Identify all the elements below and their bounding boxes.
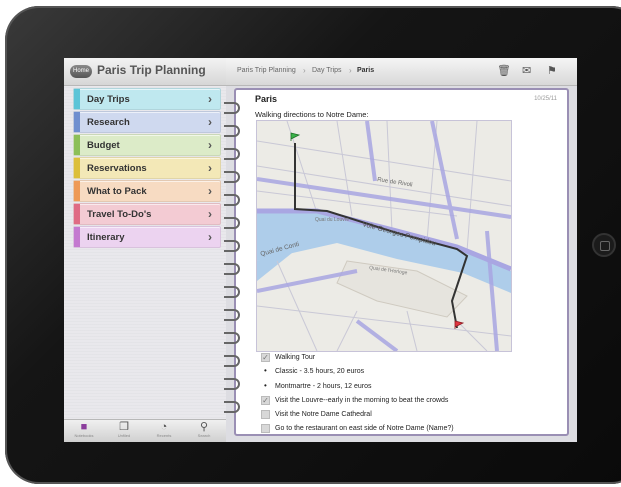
chevron-right-icon: › — [208, 207, 212, 221]
bullet-icon: • — [264, 380, 267, 390]
section-label: Reservations — [87, 163, 147, 174]
sidebar-header: Home Paris Trip Planning — [64, 58, 226, 86]
bullet-icon: • — [264, 366, 267, 376]
notebook-icon: ■ — [80, 421, 88, 433]
chevron-right-icon: › — [208, 161, 212, 175]
section-color-bar — [74, 135, 80, 155]
checkbox-unchecked-icon[interactable] — [261, 424, 270, 434]
page-pane: Paris Trip Planning › Day Trips › Paris … — [224, 58, 577, 442]
chevron-right-icon: › — [208, 115, 212, 129]
breadcrumb-separator-icon: › — [349, 66, 352, 75]
toolbar-notebooks[interactable]: ■ Notebooks — [66, 421, 102, 438]
toolbar-label: Search — [197, 433, 211, 438]
checkbox-checked-icon[interactable]: ✓ — [261, 395, 270, 405]
item-text: Walking Tour — [275, 354, 316, 361]
section-tab-reservations[interactable]: Reservations › — [73, 157, 221, 179]
home-hardware-button[interactable] — [592, 233, 616, 257]
item-text: Go to the restaurant on east side of Not… — [275, 425, 454, 433]
toolbar-label: Unfiled — [117, 433, 131, 438]
checkbox-checked-icon[interactable]: ✓ — [261, 353, 270, 362]
note-intro-text[interactable]: Walking directions to Notre Dame: — [255, 110, 369, 119]
note-page: Paris 10/25/11 Walking directions to Not… — [224, 88, 569, 438]
section-color-bar — [74, 89, 80, 109]
bottom-toolbar: ■ Notebooks ❐ Unfiled ◔ Recents ⚲ Search — [64, 419, 226, 442]
section-color-bar — [74, 204, 80, 224]
toolbar-recents[interactable]: ◔ Recents — [146, 421, 182, 438]
section-color-bar — [74, 227, 80, 247]
toolbar-unfiled[interactable]: ❐ Unfiled — [106, 421, 142, 438]
section-label: Budget — [87, 140, 120, 151]
map-label-louvre: Quai du Louvre — [315, 217, 349, 223]
section-color-bar — [74, 158, 80, 178]
chevron-right-icon: › — [208, 92, 212, 106]
section-label: Research — [87, 117, 130, 128]
bullet-item[interactable]: • Montmartre - 2 hours, 12 euros — [261, 381, 561, 395]
breadcrumb-section[interactable]: Day Trips — [312, 67, 342, 74]
item-text: Montmartre - 2 hours, 12 euros — [275, 382, 372, 390]
section-label: Itinerary — [87, 232, 125, 243]
chevron-right-icon: › — [208, 230, 212, 244]
toolbar-label: Notebooks — [74, 433, 94, 438]
chevron-right-icon: › — [208, 138, 212, 152]
toolbar-label: Recents — [156, 433, 172, 438]
section-tab-travel-todos[interactable]: Travel To-Do's › — [73, 203, 221, 225]
bullet-item[interactable]: • Classic - 3.5 hours, 20 euros — [261, 366, 561, 380]
checklist-item[interactable]: ✓ Visit the Louvre--early in the morning … — [261, 395, 561, 409]
home-button[interactable]: Home — [70, 65, 92, 78]
breadcrumb-notebook[interactable]: Paris Trip Planning — [237, 67, 296, 74]
notebook-sidebar: Home Paris Trip Planning Day Trips › Rese… — [64, 58, 227, 442]
checklist-item[interactable]: Visit the Notre Dame Cathedral — [261, 409, 561, 423]
checklist-item[interactable]: ✓ Walking Tour — [261, 352, 561, 366]
clock-icon: ◔ — [160, 421, 168, 433]
item-text: Classic - 3.5 hours, 20 euros — [275, 368, 365, 376]
page-header: Paris Trip Planning › Day Trips › Paris … — [226, 58, 577, 86]
note-checklist: ✓ Walking Tour • Classic - 3.5 hours, 20 e… — [261, 352, 561, 438]
checklist-item[interactable]: Go to the restaurant on east side of Not… — [261, 423, 561, 437]
section-color-bar — [74, 112, 80, 132]
item-text: Visit the Louvre--early in the morning t… — [275, 396, 449, 404]
section-tab-itinerary[interactable]: Itinerary › — [73, 226, 221, 248]
section-tab-day-trips[interactable]: Day Trips › — [73, 88, 221, 110]
chevron-right-icon: › — [208, 184, 212, 198]
pages-icon: ❐ — [119, 421, 129, 433]
checkbox-unchecked-icon[interactable] — [261, 410, 270, 420]
map-image[interactable]: Voie Georges Pompidou Rue de Rivoli Quai… — [256, 120, 512, 352]
section-list: Day Trips › Research › Budget › Reservation… — [73, 88, 221, 249]
notebook-title: Paris Trip Planning — [97, 63, 206, 77]
mail-icon[interactable]: ✉ — [522, 64, 531, 77]
section-label: What to Pack — [87, 186, 147, 197]
breadcrumb-page: Paris — [357, 67, 375, 74]
section-tab-research[interactable]: Research › — [73, 111, 221, 133]
note-date: 10/25/11 — [534, 96, 557, 102]
toolbar-search[interactable]: ⚲ Search — [186, 421, 222, 438]
section-tab-what-to-pack[interactable]: What to Pack › — [73, 180, 221, 202]
section-tab-budget[interactable]: Budget › — [73, 134, 221, 156]
share-icon[interactable]: ⚑ — [547, 64, 557, 77]
note-title[interactable]: Paris — [255, 94, 277, 104]
section-label: Travel To-Do's — [87, 209, 152, 220]
breadcrumb-separator-icon: › — [303, 66, 306, 75]
binder-rings — [224, 98, 244, 420]
item-text: Visit the Notre Dame Cathedral — [275, 411, 372, 419]
section-color-bar — [74, 181, 80, 201]
trash-icon[interactable]: 🗑 — [497, 64, 511, 77]
section-label: Day Trips — [87, 94, 130, 105]
app-screen: Home Paris Trip Planning Day Trips › Rese… — [64, 58, 577, 442]
search-icon: ⚲ — [199, 421, 209, 433]
